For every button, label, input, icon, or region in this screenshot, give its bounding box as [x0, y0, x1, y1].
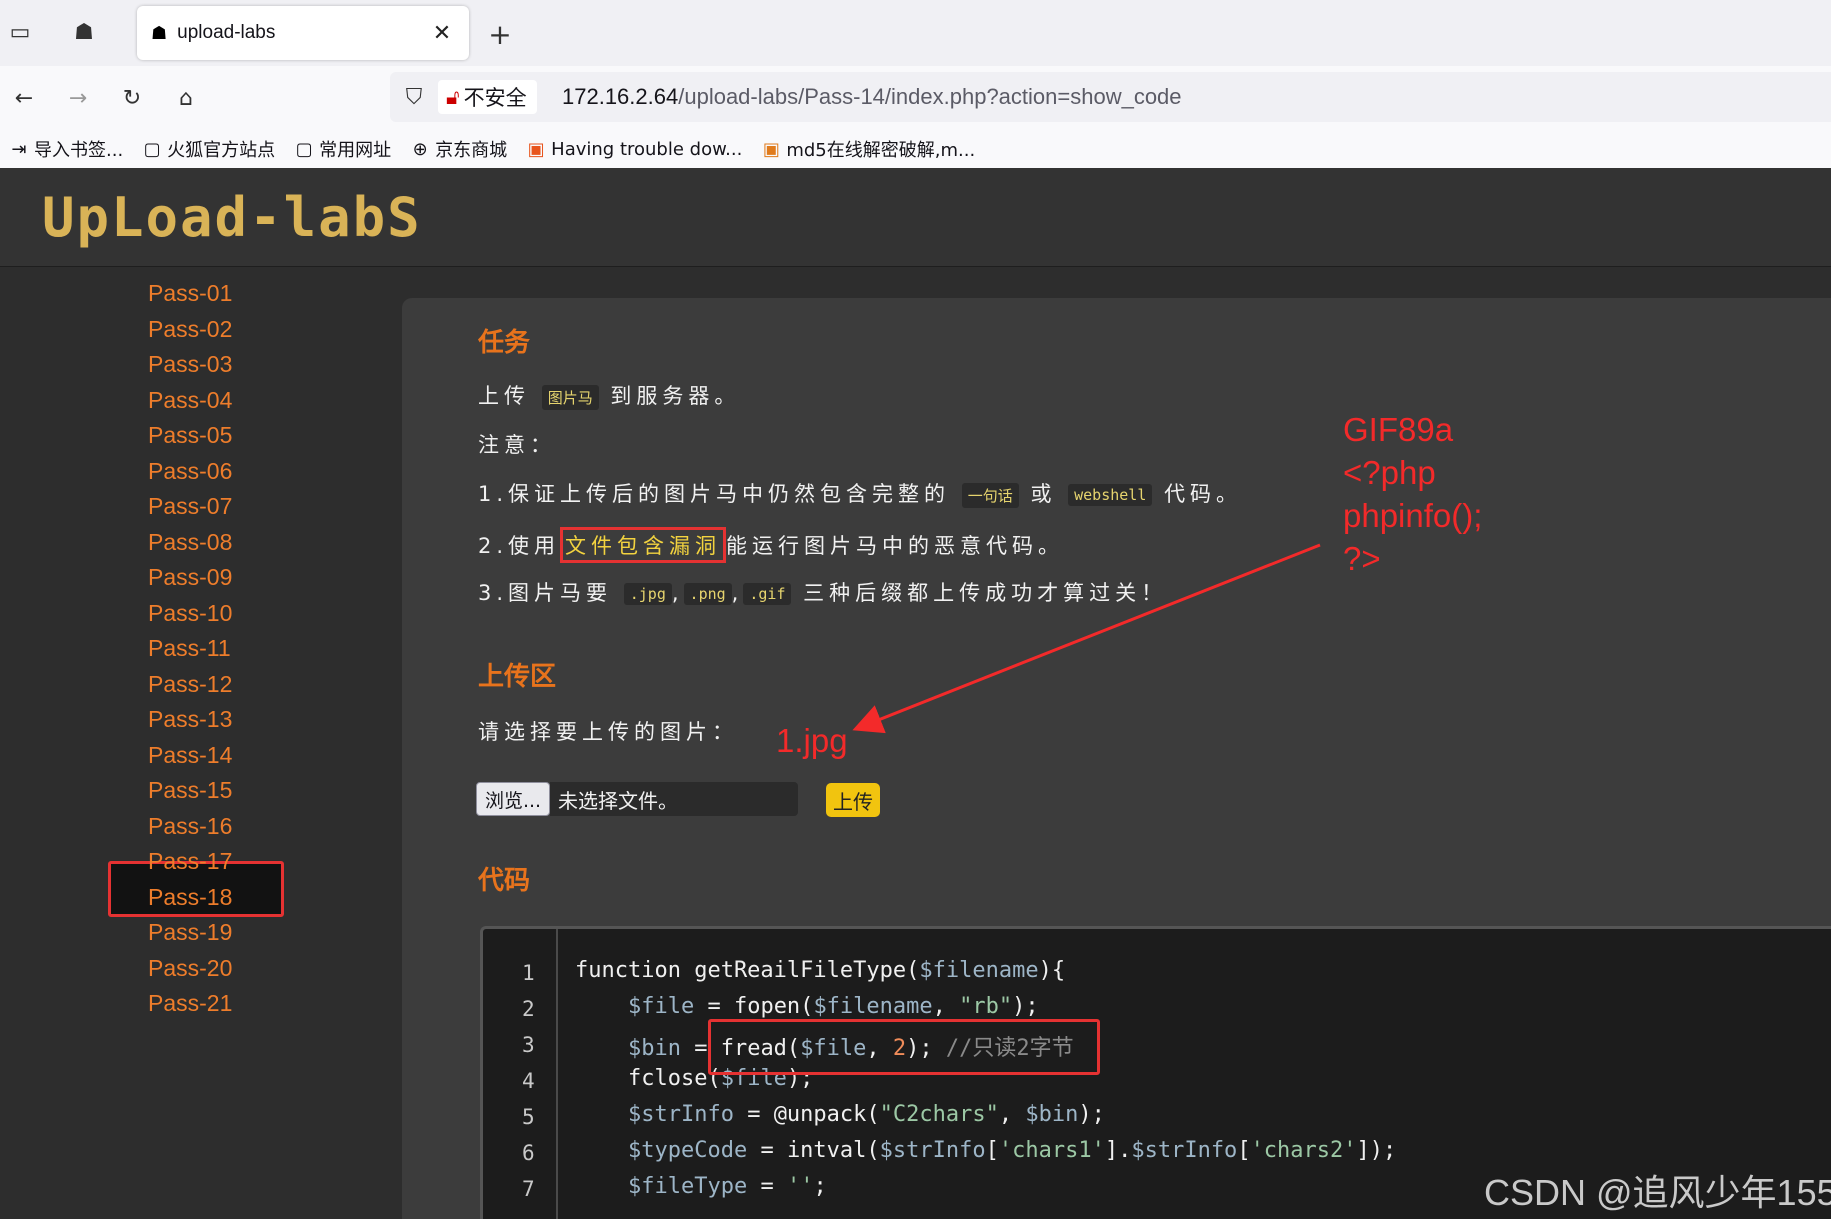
csdn-watermark: CSDN @追风少年155: [1484, 1172, 1831, 1213]
annotation-arrow: [852, 543, 1321, 734]
